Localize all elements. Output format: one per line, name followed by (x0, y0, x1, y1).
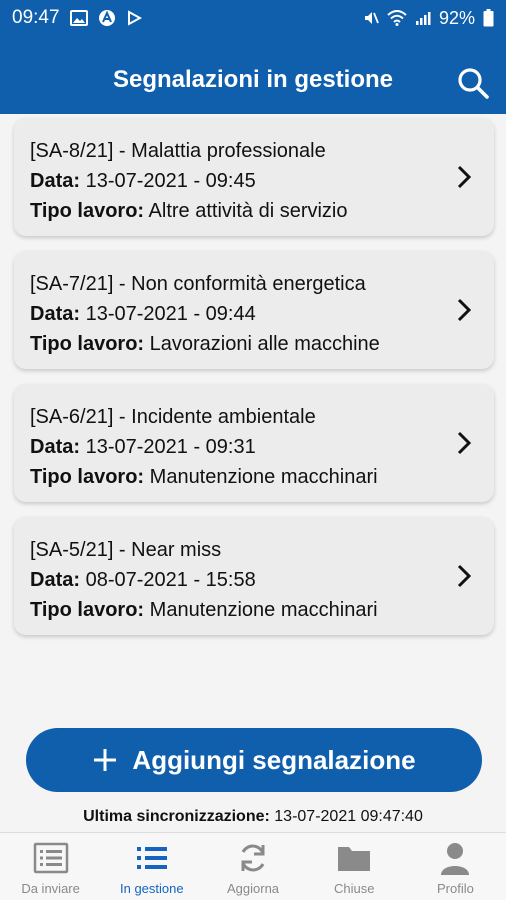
mute-icon (363, 10, 379, 26)
report-worktype-line: Tipo lavoro: Manutenzione macchinari (30, 599, 378, 622)
report-date: 08-07-2021 - 15:58 (85, 569, 256, 591)
work-type-label: Tipo lavoro: (30, 466, 145, 488)
status-bar: 09:47 92% (0, 0, 506, 36)
nav-profilo[interactable]: Profilo (405, 833, 506, 900)
nav-chiuse[interactable]: Chiuse (304, 833, 405, 900)
add-report-button[interactable]: Aggiungi segnalazione (26, 728, 482, 792)
status-time: 09:47 (12, 7, 60, 28)
last-sync-value: 13-07-2021 09:47:40 (274, 808, 423, 825)
chevron-right-icon (457, 431, 472, 455)
nav-label: Chiuse (333, 881, 375, 896)
report-date: 13-07-2021 - 09:45 (85, 170, 256, 192)
work-type-label: Tipo lavoro: (30, 599, 145, 621)
last-sync: Ultima sincronizzazione: 13-07-2021 09:4… (0, 808, 506, 826)
signal-icon (415, 10, 431, 26)
image-icon (69, 10, 88, 26)
list-box-icon (33, 842, 68, 874)
person-icon (441, 843, 470, 875)
report-title: [SA-5/21] - Near miss (30, 539, 222, 561)
report-date: 13-07-2021 - 09:44 (85, 303, 256, 325)
report-worktype-line: Tipo lavoro: Altre attività di servizio (30, 200, 348, 223)
add-report-label: Aggiungi segnalazione (132, 744, 416, 775)
chevron-right-icon (457, 165, 472, 189)
report-work-type: Lavorazioni alle macchine (149, 333, 380, 355)
chevron-right-icon (457, 298, 472, 322)
search-icon (458, 68, 489, 99)
nav-in-gestione[interactable]: In gestione (101, 833, 202, 900)
nav-da-inviare[interactable]: Da inviare (0, 833, 101, 900)
work-type-label: Tipo lavoro: (30, 200, 145, 222)
chevron-right-icon (457, 564, 472, 588)
plus-icon (94, 749, 117, 771)
work-type-label: Tipo lavoro: (30, 333, 145, 355)
page-title: Segnalazioni in gestione (112, 66, 394, 93)
date-label: Data: (30, 303, 81, 325)
nav-aggiorna[interactable]: Aggiorna (202, 833, 303, 900)
report-title: [SA-8/21] - Malattia professionale (30, 140, 326, 162)
play-icon (126, 10, 142, 26)
report-work-type: Manutenzione macchinari (149, 599, 378, 621)
app-icon (98, 9, 116, 27)
status-right: 92% (363, 8, 494, 29)
nav-label: Da inviare (21, 881, 80, 896)
list-icon (136, 847, 167, 869)
battery-percent: 92% (438, 7, 475, 28)
nav-label: Profilo (436, 881, 474, 896)
app-header: Segnalazioni in gestione (0, 36, 506, 114)
refresh-icon (241, 844, 265, 872)
nav-label: In gestione (120, 881, 184, 896)
nav-label: Aggiorna (226, 881, 280, 896)
last-sync-label: Ultima sincronizzazione: (83, 808, 270, 825)
report-card[interactable]: [SA-6/21] - Incidente ambientale Data: 1… (14, 384, 494, 502)
status-left: 09:47 (12, 7, 142, 29)
search-button[interactable] (456, 66, 490, 100)
date-label: Data: (30, 569, 81, 591)
report-card[interactable]: [SA-8/21] - Malattia professionale Data:… (14, 118, 494, 236)
report-title: [SA-7/21] - Non conformità energetica (30, 273, 366, 295)
report-work-type: Manutenzione macchinari (149, 466, 378, 488)
report-date-line: Data: 08-07-2021 - 15:58 (30, 569, 256, 592)
bottom-nav: Da inviare In gestione Aggiorna Chiuse P… (0, 832, 506, 900)
report-card[interactable]: [SA-7/21] - Non conformità energetica Da… (14, 251, 494, 369)
report-date-line: Data: 13-07-2021 - 09:45 (30, 170, 256, 193)
report-date-line: Data: 13-07-2021 - 09:44 (30, 303, 256, 326)
wifi-icon (387, 10, 407, 26)
date-label: Data: (30, 436, 81, 458)
report-card[interactable]: [SA-5/21] - Near miss Data: 08-07-2021 -… (14, 517, 494, 635)
battery-icon (483, 9, 494, 27)
folder-icon (338, 847, 371, 871)
report-worktype-line: Tipo lavoro: Lavorazioni alle macchine (30, 333, 380, 356)
report-date: 13-07-2021 - 09:31 (85, 436, 256, 458)
date-label: Data: (30, 170, 81, 192)
report-worktype-line: Tipo lavoro: Manutenzione macchinari (30, 466, 378, 489)
report-title: [SA-6/21] - Incidente ambientale (30, 406, 316, 428)
report-date-line: Data: 13-07-2021 - 09:31 (30, 436, 256, 459)
report-work-type: Altre attività di servizio (148, 200, 348, 222)
